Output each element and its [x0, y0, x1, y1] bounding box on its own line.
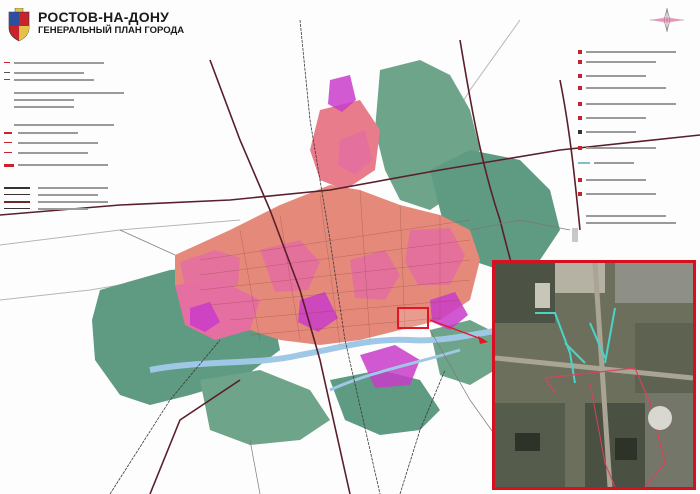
north-arrow-icon [650, 7, 684, 33]
map-sheet: РОСТОВ-НА-ДОНУ ГЕНЕРАЛЬНЫЙ ПЛАН ГОРОДА [0, 0, 700, 494]
satellite-image [495, 263, 693, 487]
title-block: РОСТОВ-НА-ДОНУ ГЕНЕРАЛЬНЫЙ ПЛАН ГОРОДА [4, 4, 204, 56]
plan-subtitle: ГЕНЕРАЛЬНЫЙ ПЛАН ГОРОДА [38, 25, 185, 36]
city-title: РОСТОВ-НА-ДОНУ [38, 9, 170, 25]
highlight-frame [397, 307, 429, 329]
legend-right [572, 50, 696, 250]
legend-left [4, 52, 188, 232]
satellite-inset [492, 260, 696, 490]
coat-of-arms-icon [8, 8, 30, 42]
